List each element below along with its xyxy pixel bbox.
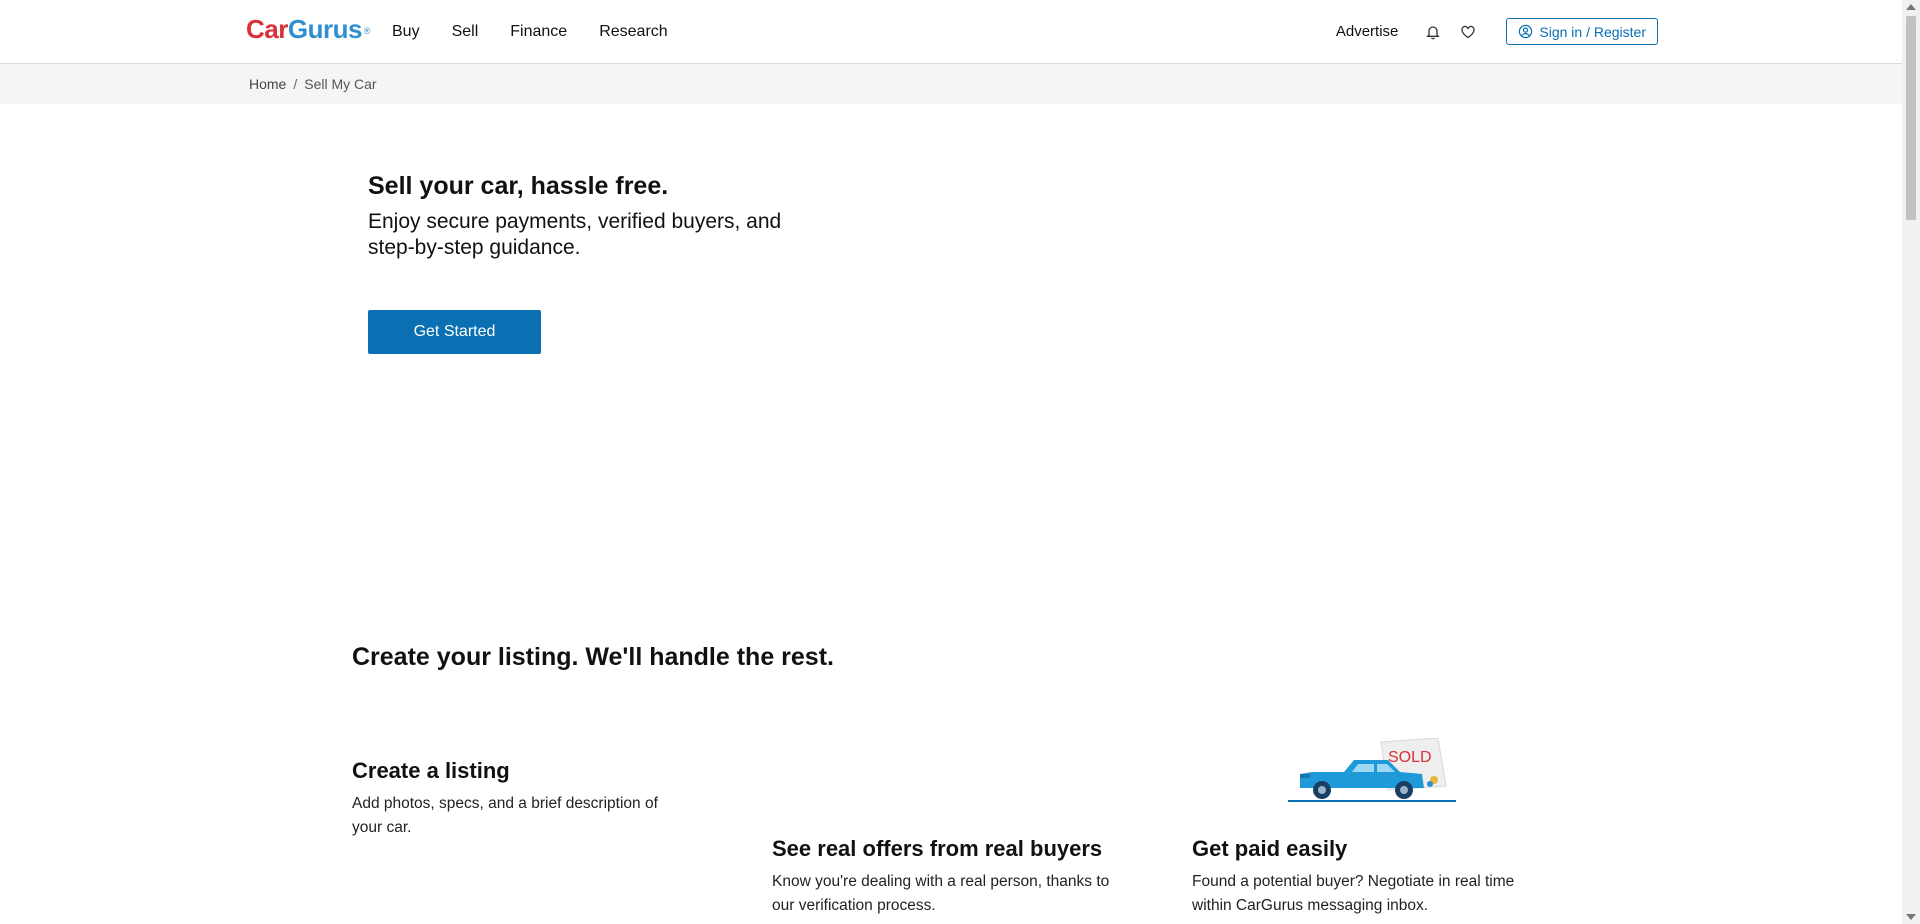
step-description: Know you're dealing with a real person, … (772, 873, 1110, 914)
step-description: Add photos, specs, and a brief descripti… (352, 795, 658, 836)
breadcrumb-separator: / (293, 76, 298, 92)
page-scrollbar[interactable] (1902, 0, 1920, 924)
step-see-offers: See real offers from real buyers Know yo… (772, 836, 1112, 918)
scroll-down-arrow-icon[interactable] (1906, 914, 1916, 920)
sold-truck-illustration: SOLD (1288, 738, 1456, 802)
scroll-up-arrow-icon[interactable] (1906, 4, 1916, 10)
get-started-button[interactable]: Get Started (368, 310, 541, 354)
breadcrumb-current: Sell My Car (304, 76, 377, 92)
main-nav: Buy Sell Finance Research (392, 0, 700, 63)
nav-buy[interactable]: Buy (392, 23, 420, 41)
step-get-paid: Get paid easily Found a potential buyer?… (1192, 836, 1532, 918)
nav-research[interactable]: Research (599, 23, 667, 41)
hero-title: Sell your car, hassle free. (368, 172, 669, 200)
breadcrumb-bar: Home / Sell My Car (0, 64, 1902, 104)
sign-in-register-button[interactable]: Sign in / Register (1506, 18, 1658, 45)
sign-in-label: Sign in / Register (1539, 23, 1646, 40)
bell-icon[interactable] (1424, 23, 1442, 41)
header-actions: Advertise Sign in / Register (1336, 0, 1658, 63)
breadcrumb-home[interactable]: Home (249, 76, 286, 92)
logo-text-gurus: Gurus (287, 14, 363, 44)
step-description: Found a potential buyer? Negotiate in re… (1192, 873, 1515, 914)
nav-sell[interactable]: Sell (452, 23, 479, 41)
cargurus-logo[interactable]: CarGurus ® (246, 12, 370, 46)
logo-text-car: Car (246, 14, 288, 44)
breadcrumb: Home / Sell My Car (249, 64, 377, 104)
advertise-link[interactable]: Advertise (1336, 23, 1399, 40)
step-title: Get paid easily (1192, 836, 1348, 861)
step-title: Create a listing (352, 758, 510, 783)
nav-finance[interactable]: Finance (510, 23, 567, 41)
step-title: See real offers from real buyers (772, 836, 1103, 861)
sold-sign-text: SOLD (1388, 749, 1432, 766)
user-circle-icon (1519, 24, 1533, 39)
heart-icon[interactable] (1459, 23, 1477, 41)
scrollbar-thumb[interactable] (1906, 16, 1916, 220)
site-header: CarGurus ® Buy Sell Finance Research Adve… (0, 0, 1902, 64)
step-create-listing: Create a listing Add photos, specs, and … (352, 758, 692, 840)
hero-subtitle: Enjoy secure payments, verified buyers, … (368, 210, 782, 259)
how-it-works-title: Create your listing. We'll handle the re… (352, 643, 834, 671)
logo-registered-mark: ® (363, 26, 371, 36)
